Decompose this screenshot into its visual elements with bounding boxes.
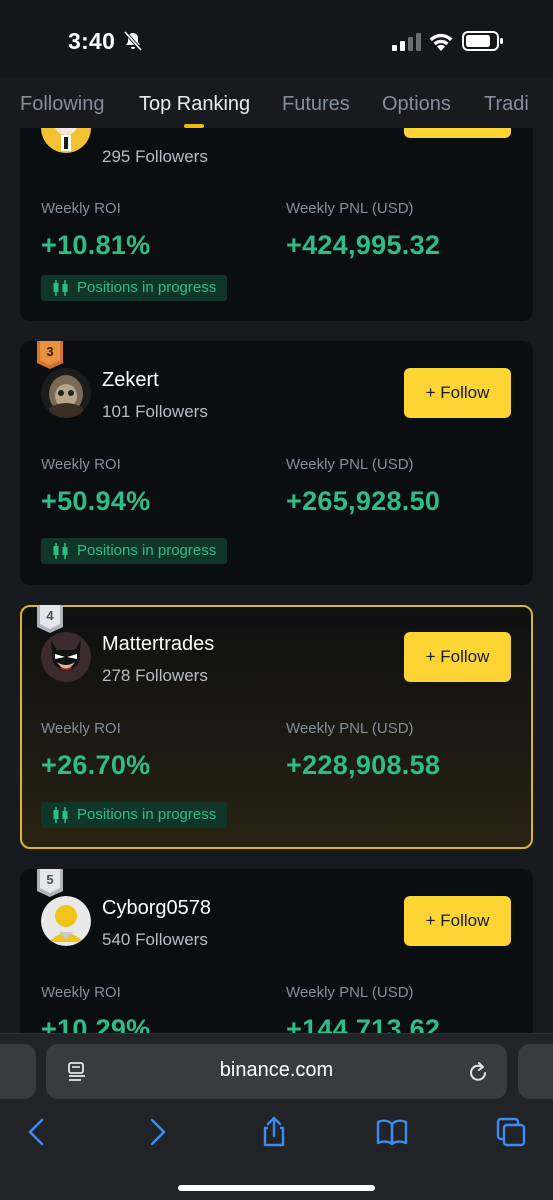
trader-followers: 295 Followers [102, 147, 208, 166]
candlestick-icon [53, 543, 68, 559]
trader-followers: 540 Followers [102, 930, 208, 949]
trader-card[interactable]: 4 Mattertrades 278 Followers + Follow We… [20, 605, 533, 849]
tab-following[interactable]: Following [20, 93, 104, 116]
browser-toolbar: binance.com [0, 1033, 553, 1200]
follow-button[interactable]: + Follow [404, 632, 511, 682]
address-bar[interactable]: binance.com [46, 1044, 507, 1099]
weekly-pnl-label: Weekly PNL (USD) [286, 720, 414, 737]
weekly-roi-value: +50.94% [41, 486, 151, 516]
candlestick-icon [53, 280, 68, 296]
trader-card[interactable]: 3 Zekert 101 Followers + Follow Weekly R… [20, 341, 533, 585]
home-indicator [178, 1185, 375, 1191]
rank-number: 5 [46, 872, 54, 887]
tab-options[interactable]: Options [382, 93, 451, 116]
avatar [41, 368, 91, 418]
positions-in-progress-tag: Positions in progress [41, 275, 227, 301]
weekly-roi-value: +26.70% [41, 750, 151, 780]
weekly-roi-label: Weekly ROI [41, 984, 121, 1001]
weekly-roi-label: Weekly ROI [41, 200, 121, 217]
follow-button[interactable]: + Follow [404, 896, 511, 946]
trader-card[interactable]: 5 Cyborg0578 540 Followers + Follow Week… [20, 869, 533, 1033]
tab-trading[interactable]: Tradi [484, 93, 529, 116]
positions-label: Positions in progress [77, 806, 217, 823]
status-time: 3:40 [68, 28, 116, 54]
trader-followers: 278 Followers [102, 666, 208, 685]
forward-icon[interactable] [141, 1116, 173, 1148]
rank-number: 3 [46, 344, 54, 359]
weekly-roi-label: Weekly ROI [41, 456, 121, 473]
trader-followers: 101 Followers [102, 402, 208, 421]
positions-label: Positions in progress [77, 542, 217, 559]
follow-button[interactable]: + Follow [404, 128, 511, 138]
weekly-pnl-label: Weekly PNL (USD) [286, 200, 414, 217]
share-icon[interactable] [258, 1116, 290, 1148]
rank-number: 4 [46, 608, 54, 623]
weekly-pnl-value: +228,908.58 [286, 750, 441, 780]
positions-in-progress-tag: Positions in progress [41, 538, 227, 564]
trader-name[interactable]: Mattertrades [102, 633, 214, 656]
avatar [41, 896, 91, 946]
avatar [41, 128, 91, 153]
trader-list: + Follow 295 Followers Weekly ROI Weekly… [0, 128, 553, 1033]
weekly-pnl-value: +424,995.32 [286, 230, 441, 260]
previous-tab-preview[interactable] [0, 1044, 36, 1099]
follow-button[interactable]: + Follow [404, 368, 511, 418]
back-icon[interactable] [21, 1116, 53, 1148]
avatar [41, 632, 91, 682]
bookmarks-icon[interactable] [376, 1116, 408, 1148]
positions-in-progress-tag: Positions in progress [41, 802, 227, 828]
signal-icon [392, 33, 421, 51]
wifi-icon [429, 33, 453, 51]
trader-name[interactable]: Cyborg0578 [102, 897, 211, 920]
weekly-pnl-value: +144,713.62 [286, 1014, 441, 1033]
weekly-roi-label: Weekly ROI [41, 720, 121, 737]
trader-card[interactable]: + Follow 295 Followers Weekly ROI Weekly… [20, 128, 533, 321]
url-text: binance.com [219, 1059, 334, 1081]
tab-top-ranking[interactable]: Top Ranking [139, 93, 250, 116]
positions-label: Positions in progress [77, 279, 217, 296]
weekly-roi-value: +10.81% [41, 230, 151, 260]
status-bar: 3:40 [0, 0, 553, 78]
reload-icon[interactable] [467, 1060, 489, 1084]
weekly-pnl-label: Weekly PNL (USD) [286, 984, 414, 1001]
tabs-icon[interactable] [495, 1116, 527, 1148]
candlestick-icon [53, 807, 68, 823]
silent-bell-icon [123, 30, 143, 52]
tab-futures[interactable]: Futures [282, 93, 350, 116]
trader-name[interactable]: Zekert [102, 369, 159, 392]
battery-icon [462, 31, 503, 51]
weekly-pnl-label: Weekly PNL (USD) [286, 456, 414, 473]
weekly-roi-value: +10.29% [41, 1014, 151, 1033]
ranking-tabs: Following Top Ranking Futures Options Tr… [0, 78, 553, 128]
next-tab-preview[interactable] [518, 1044, 553, 1099]
weekly-pnl-value: +265,928.50 [286, 486, 441, 516]
